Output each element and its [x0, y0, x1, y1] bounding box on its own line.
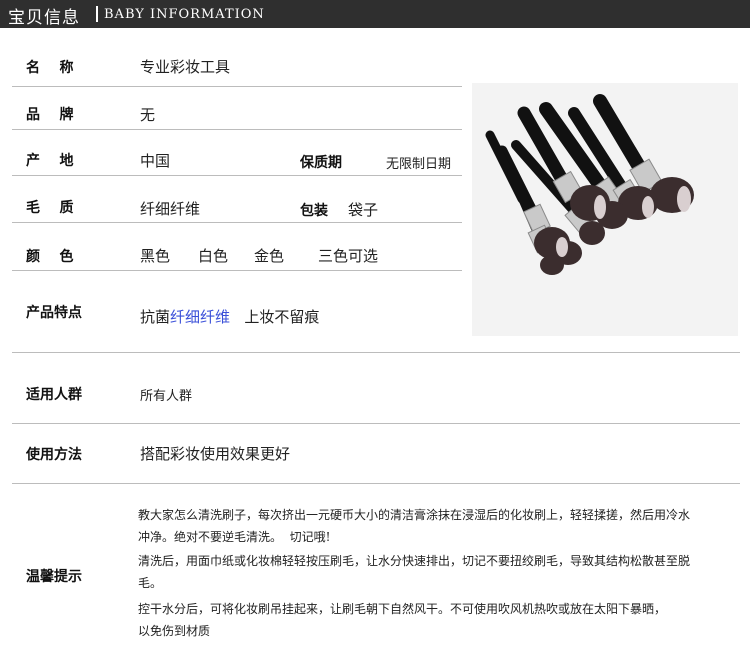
brand-label: 品 牌 [26, 107, 74, 123]
divider [12, 86, 462, 87]
tips-line: 毛。 [138, 576, 163, 590]
tips-line: 以免伤到材质 [138, 624, 211, 638]
tips-line: 清洗后，用面巾纸或化妆棉轻轻按压刷毛，让水分快速排出，切记不要扭绞刷毛，导致其结… [138, 554, 691, 568]
usage-label: 使用方法 [26, 447, 82, 463]
divider [12, 222, 462, 223]
name-value: 专业彩妆工具 [140, 58, 231, 76]
brand-value: 无 [140, 106, 156, 124]
makeup-brush-set-icon [472, 83, 738, 336]
tips-label: 温馨提示 [26, 569, 82, 585]
origin-value: 中国 [140, 152, 171, 170]
color-value-white: 白色 [198, 247, 229, 265]
color-value-black: 黑色 [140, 247, 171, 265]
audience-label: 适用人群 [26, 387, 82, 403]
divider [12, 483, 740, 484]
feature-antibacterial: 抗菌 [140, 308, 171, 326]
features-label: 产品特点 [26, 305, 82, 321]
material-value: 纤细纤维 [140, 200, 201, 218]
name-label: 名 称 [26, 60, 74, 76]
package-value: 袋子 [348, 201, 379, 219]
divider [12, 129, 462, 130]
feature-spacer [230, 308, 244, 326]
divider [12, 423, 740, 424]
shelf-life-label: 保质期 [300, 155, 342, 171]
divider [12, 352, 740, 353]
features-value: 抗菌纤细纤维 上妆不留痕 [140, 306, 319, 327]
feature-no-trace: 上妆不留痕 [244, 308, 320, 326]
shelf-life-value: 无限制日期 [386, 157, 452, 172]
audience-value: 所有人群 [140, 389, 193, 404]
header-divider [96, 6, 98, 22]
usage-value: 搭配彩妆使用效果更好 [140, 445, 291, 463]
tips-line: 教大家怎么清洗刷子，每次挤出一元硬币大小的清洁膏涂抹在浸湿后的化妆刷上，轻轻揉搓… [138, 508, 691, 522]
color-label: 颜 色 [26, 249, 74, 265]
divider [12, 270, 462, 271]
material-label: 毛 质 [26, 200, 74, 216]
package-label: 包装 [300, 203, 328, 219]
section-header: 宝贝信息 BABY INFORMATION [0, 0, 750, 28]
tips-line: 控干水分后，可将化妆刷吊挂起来，让刷毛朝下自然风干。不可使用吹风机热吹或放在太阳… [138, 602, 667, 616]
product-photo [472, 83, 738, 336]
header-title-cn: 宝贝信息 [8, 8, 80, 28]
origin-label: 产 地 [26, 153, 74, 169]
color-value-gold: 金色 [254, 247, 285, 265]
divider [12, 175, 462, 176]
feature-fiber: 纤细纤维 [170, 308, 231, 326]
tips-line: 冲净。绝对不要逆毛清洗。 切记哦! [138, 530, 331, 544]
color-value-choice: 三色可选 [318, 247, 379, 265]
header-title-en: BABY INFORMATION [104, 7, 265, 22]
